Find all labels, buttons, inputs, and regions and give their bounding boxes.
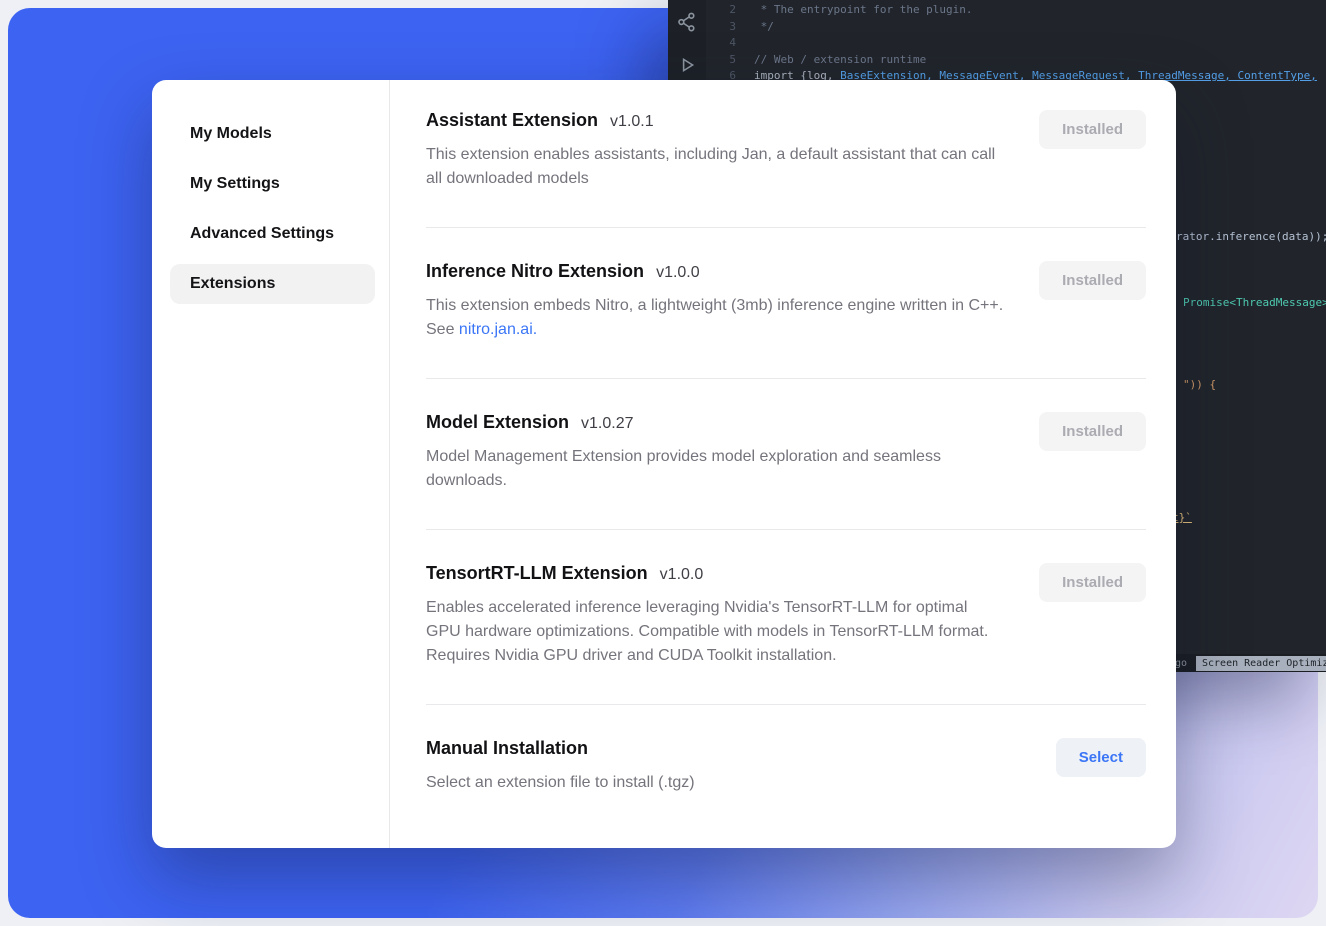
code-line: 2 * The entrypoint for the plugin.	[706, 2, 1326, 19]
settings-modal: My Models My Settings Advanced Settings …	[152, 80, 1176, 848]
select-file-button[interactable]: Select	[1056, 738, 1146, 777]
sidebar-item-extensions[interactable]: Extensions	[170, 264, 375, 304]
extensions-list: Assistant Extension v1.0.1 This extensio…	[390, 80, 1176, 848]
extension-info: TensortRT-LLM Extension v1.0.0 Enables a…	[426, 563, 1006, 668]
extension-title-row: Inference Nitro Extension v1.0.0	[426, 261, 1006, 282]
extension-info: Inference Nitro Extension v1.0.0 This ex…	[426, 261, 1006, 342]
manual-installation-title: Manual Installation	[426, 738, 588, 759]
manual-installation-info: Manual Installation Select an extension …	[426, 738, 695, 795]
nitro-link[interactable]: nitro.jan.ai.	[459, 321, 537, 338]
installed-button[interactable]: Installed	[1039, 412, 1146, 451]
manual-installation-description: Select an extension file to install (.tg…	[426, 771, 695, 795]
extension-title: TensortRT-LLM Extension	[426, 563, 648, 584]
screen-reader-status-badge: Screen Reader Optimized	[1196, 656, 1326, 671]
sidebar-item-my-models[interactable]: My Models	[170, 114, 375, 154]
code-text: // Web / extension runtime	[754, 52, 926, 69]
extension-title: Model Extension	[426, 412, 569, 433]
code-line: 4	[706, 35, 1326, 52]
code-text: */	[754, 19, 774, 36]
extension-title-row: Assistant Extension v1.0.1	[426, 110, 1006, 131]
extension-row-tensorrt: TensortRT-LLM Extension v1.0.0 Enables a…	[426, 530, 1146, 705]
code-text: * The entrypoint for the plugin.	[754, 2, 973, 19]
editor-code-area: 2 * The entrypoint for the plugin. 3 */ …	[706, 2, 1326, 85]
code-line: 5 // Web / extension runtime	[706, 52, 1326, 69]
extension-description: This extension embeds Nitro, a lightweig…	[426, 294, 1006, 342]
extension-description: Enables accelerated inference leveraging…	[426, 596, 1006, 668]
status-text: go	[1175, 658, 1187, 669]
source-control-icon	[677, 12, 697, 32]
sidebar-item-my-settings[interactable]: My Settings	[170, 164, 375, 204]
installed-button[interactable]: Installed	[1039, 110, 1146, 149]
extension-description: This extension enables assistants, inclu…	[426, 143, 1006, 191]
line-number: 2	[706, 2, 736, 19]
manual-installation-row: Manual Installation Select an extension …	[426, 705, 1146, 795]
run-debug-icon	[678, 56, 696, 74]
code-line: 3 */	[706, 19, 1326, 36]
extension-info: Assistant Extension v1.0.1 This extensio…	[426, 110, 1006, 191]
extension-version: v1.0.0	[656, 264, 700, 282]
extension-version: v1.0.1	[610, 113, 654, 131]
manual-installation-title-row: Manual Installation	[426, 738, 695, 759]
extension-version: v1.0.0	[660, 566, 704, 584]
code-fragment: rator.inference(data));	[1176, 230, 1326, 243]
extension-version: v1.0.27	[581, 415, 633, 433]
extension-description: Model Management Extension provides mode…	[426, 445, 1006, 493]
line-number: 3	[706, 19, 736, 36]
extension-title-row: TensortRT-LLM Extension v1.0.0	[426, 563, 1006, 584]
extension-row-assistant: Assistant Extension v1.0.1 This extensio…	[426, 80, 1146, 228]
installed-button[interactable]: Installed	[1039, 563, 1146, 602]
sidebar-item-advanced-settings[interactable]: Advanced Settings	[170, 214, 375, 254]
line-number: 4	[706, 35, 736, 52]
code-fragment: Promise<ThreadMessage>	[1183, 296, 1326, 309]
code-fragment: ")) {	[1183, 378, 1216, 391]
extension-row-nitro: Inference Nitro Extension v1.0.0 This ex…	[426, 228, 1146, 379]
settings-sidebar: My Models My Settings Advanced Settings …	[152, 80, 390, 848]
extension-title-row: Model Extension v1.0.27	[426, 412, 1006, 433]
extension-title: Inference Nitro Extension	[426, 261, 644, 282]
installed-button[interactable]: Installed	[1039, 261, 1146, 300]
line-number: 5	[706, 52, 736, 69]
extension-info: Model Extension v1.0.27 Model Management…	[426, 412, 1006, 493]
extension-title: Assistant Extension	[426, 110, 598, 131]
extension-row-model: Model Extension v1.0.27 Model Management…	[426, 379, 1146, 530]
